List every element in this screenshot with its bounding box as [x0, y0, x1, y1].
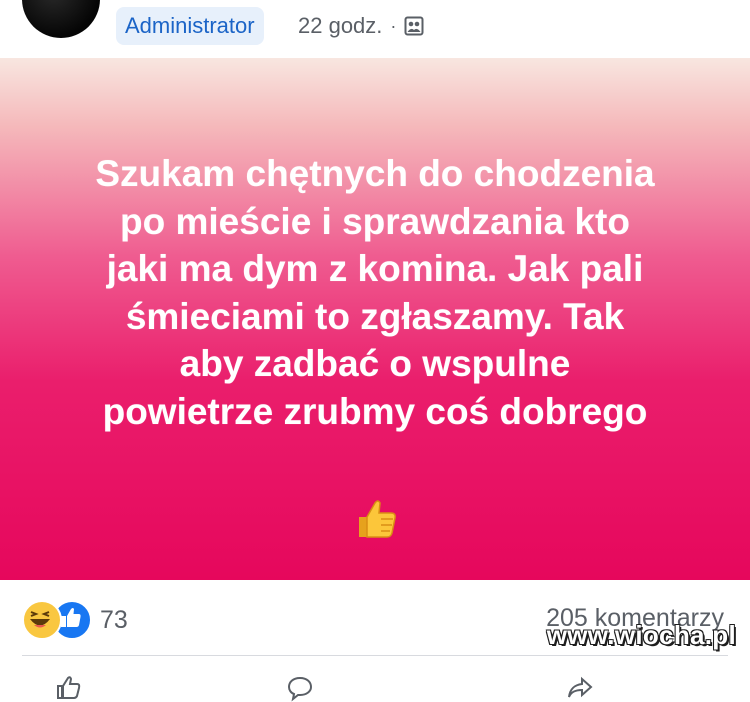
post-timestamp[interactable]: 22 godz.	[298, 13, 382, 39]
avatar[interactable]	[22, 0, 100, 38]
post-header: Administrator 22 godz. ·	[0, 0, 750, 58]
share-button[interactable]	[566, 674, 604, 702]
author-badge-label: Administrator	[125, 13, 255, 38]
post-meta: 22 godz. ·	[298, 13, 424, 39]
post-action-bar	[0, 660, 750, 702]
comment-icon	[287, 676, 313, 702]
site-watermark: www.wiocha.pl	[546, 620, 736, 650]
group-audience-icon[interactable]	[404, 16, 424, 36]
like-button[interactable]	[54, 674, 92, 702]
comment-button[interactable]	[286, 674, 324, 702]
post-text: Szukam chętnych do chodzenia po mieście …	[95, 153, 655, 432]
administrator-badge: Administrator	[116, 7, 264, 45]
reaction-count: 73	[100, 605, 128, 634]
reactions-summary[interactable]: 73	[22, 598, 128, 642]
share-icon	[568, 676, 593, 698]
haha-reaction-icon	[22, 600, 62, 640]
divider	[22, 655, 728, 656]
like-icon	[57, 676, 81, 699]
post-colored-background: Szukam chętnych do chodzenia po mieście …	[0, 58, 750, 580]
thumbs-up-emoji-icon	[351, 495, 399, 543]
meta-separator: ·	[390, 15, 397, 36]
